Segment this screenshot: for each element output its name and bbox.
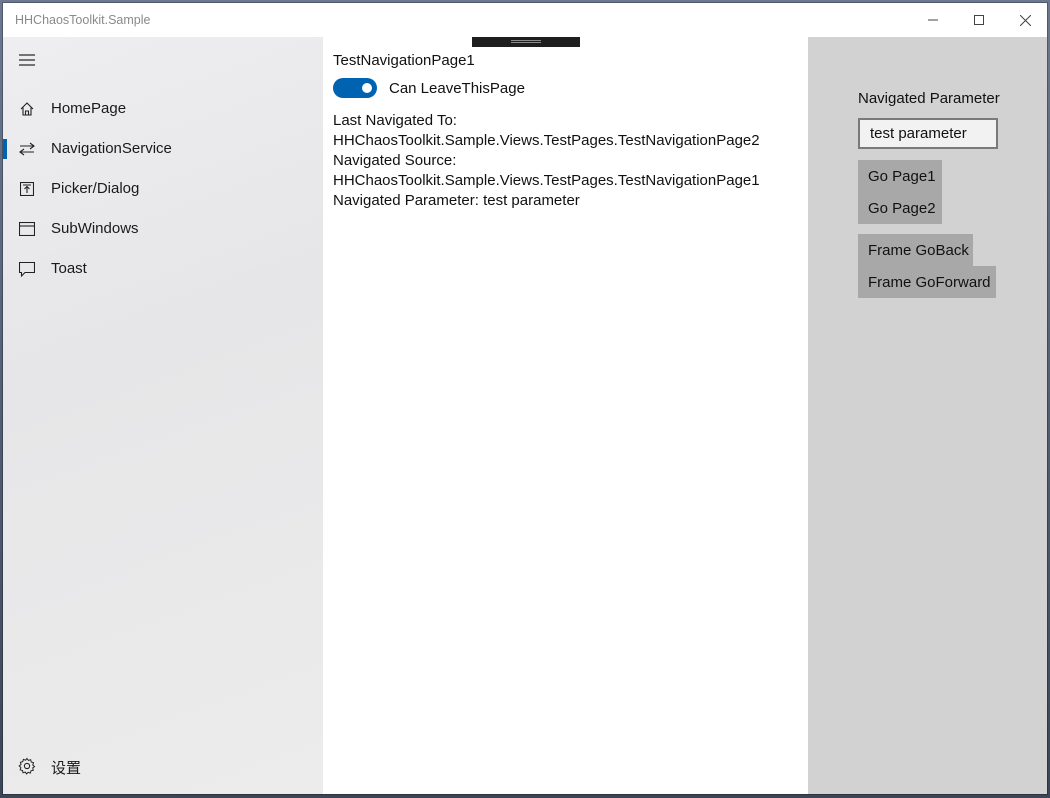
close-button[interactable]: [1002, 3, 1048, 37]
arrows-swap-icon: [18, 140, 36, 158]
nav-item-label: Toast: [51, 260, 87, 277]
go-page2-button[interactable]: Go Page2: [858, 192, 942, 224]
gear-icon: [18, 757, 36, 775]
navigated-parameter-text: Navigated Parameter: test parameter: [333, 192, 580, 209]
window-icon: [18, 220, 36, 238]
nav-item-homepage[interactable]: HomePage: [3, 89, 323, 129]
maximize-icon: [974, 15, 984, 25]
selection-indicator: [3, 139, 7, 159]
content-frame: TestNavigationPage1 Can LeaveThisPage La…: [323, 37, 808, 794]
chat-bubble-icon: [18, 260, 36, 278]
picker-icon: [18, 180, 36, 198]
parameter-input[interactable]: [858, 118, 998, 149]
navigation-pane: HomePage NavigationService Picker/Dialog…: [3, 37, 323, 794]
navigated-source-label: Navigated Source:: [333, 152, 457, 169]
nav-item-label: HomePage: [51, 100, 127, 117]
hamburger-icon: [19, 53, 35, 71]
toggle-label: Can LeaveThisPage: [389, 80, 525, 97]
parameter-panel: Navigated Parameter Go Page1 Go Page2 Fr…: [808, 37, 1047, 794]
grip-line: [511, 42, 541, 43]
frame-goforward-button[interactable]: Frame GoForward: [858, 266, 996, 298]
hamburger-menu-button[interactable]: [17, 52, 37, 72]
page-title: TestNavigationPage1: [333, 52, 475, 69]
frame-goback-button[interactable]: Frame GoBack: [858, 234, 973, 266]
last-navigated-value: HHChaosToolkit.Sample.Views.TestPages.Te…: [333, 132, 760, 149]
grip-line: [511, 40, 541, 41]
nav-item-label: SubWindows: [51, 220, 139, 237]
maximize-button[interactable]: [956, 3, 1002, 37]
app-window: HHChaosToolkit.Sample HomePage Navigatio…: [3, 3, 1047, 794]
toggle-knob: [362, 83, 372, 93]
nav-item-subwindows[interactable]: SubWindows: [3, 209, 323, 249]
nav-item-picker-dialog[interactable]: Picker/Dialog: [3, 169, 323, 209]
drag-handle[interactable]: [472, 37, 580, 47]
go-page1-button[interactable]: Go Page1: [858, 160, 942, 192]
home-icon: [18, 100, 36, 118]
can-leave-toggle[interactable]: [333, 78, 377, 98]
last-navigated-label: Last Navigated To:: [333, 112, 457, 129]
minimize-button[interactable]: [910, 3, 956, 37]
window-title: HHChaosToolkit.Sample: [15, 13, 151, 27]
navigated-source-value: HHChaosToolkit.Sample.Views.TestPages.Te…: [333, 172, 760, 189]
nav-item-label: Picker/Dialog: [51, 180, 140, 197]
close-icon: [1019, 14, 1031, 26]
parameter-label: Navigated Parameter: [858, 90, 1000, 107]
nav-item-label: 设置: [51, 760, 82, 777]
minimize-icon: [928, 15, 938, 25]
nav-item-settings[interactable]: 设置: [3, 746, 323, 786]
title-bar[interactable]: HHChaosToolkit.Sample: [3, 3, 1047, 37]
nav-item-navigationservice[interactable]: NavigationService: [3, 129, 323, 169]
nav-item-label: NavigationService: [51, 140, 172, 157]
nav-item-toast[interactable]: Toast: [3, 249, 323, 289]
